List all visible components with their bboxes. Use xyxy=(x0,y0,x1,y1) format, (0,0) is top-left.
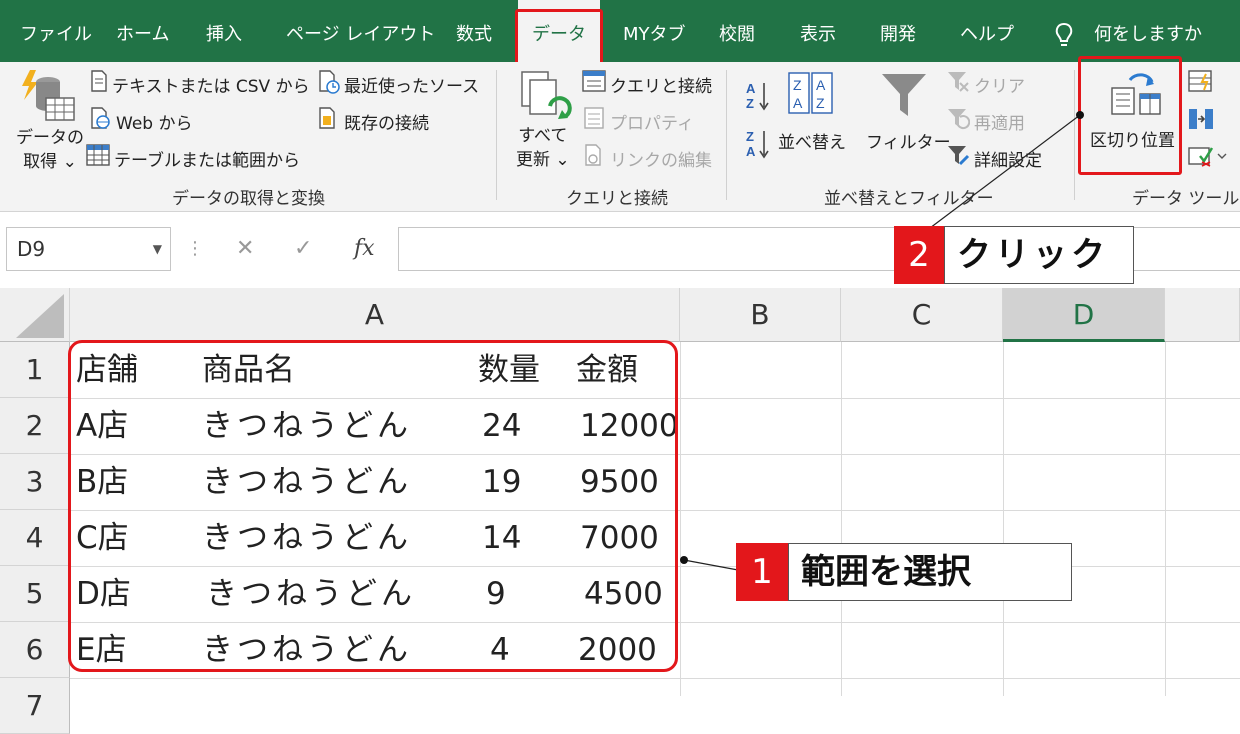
callout-step-text: クリック xyxy=(944,226,1134,284)
callout-step-number: 2 xyxy=(894,226,944,284)
callout-step-number: 1 xyxy=(736,543,788,601)
callout-step-text: 範囲を選択 xyxy=(788,543,1072,601)
